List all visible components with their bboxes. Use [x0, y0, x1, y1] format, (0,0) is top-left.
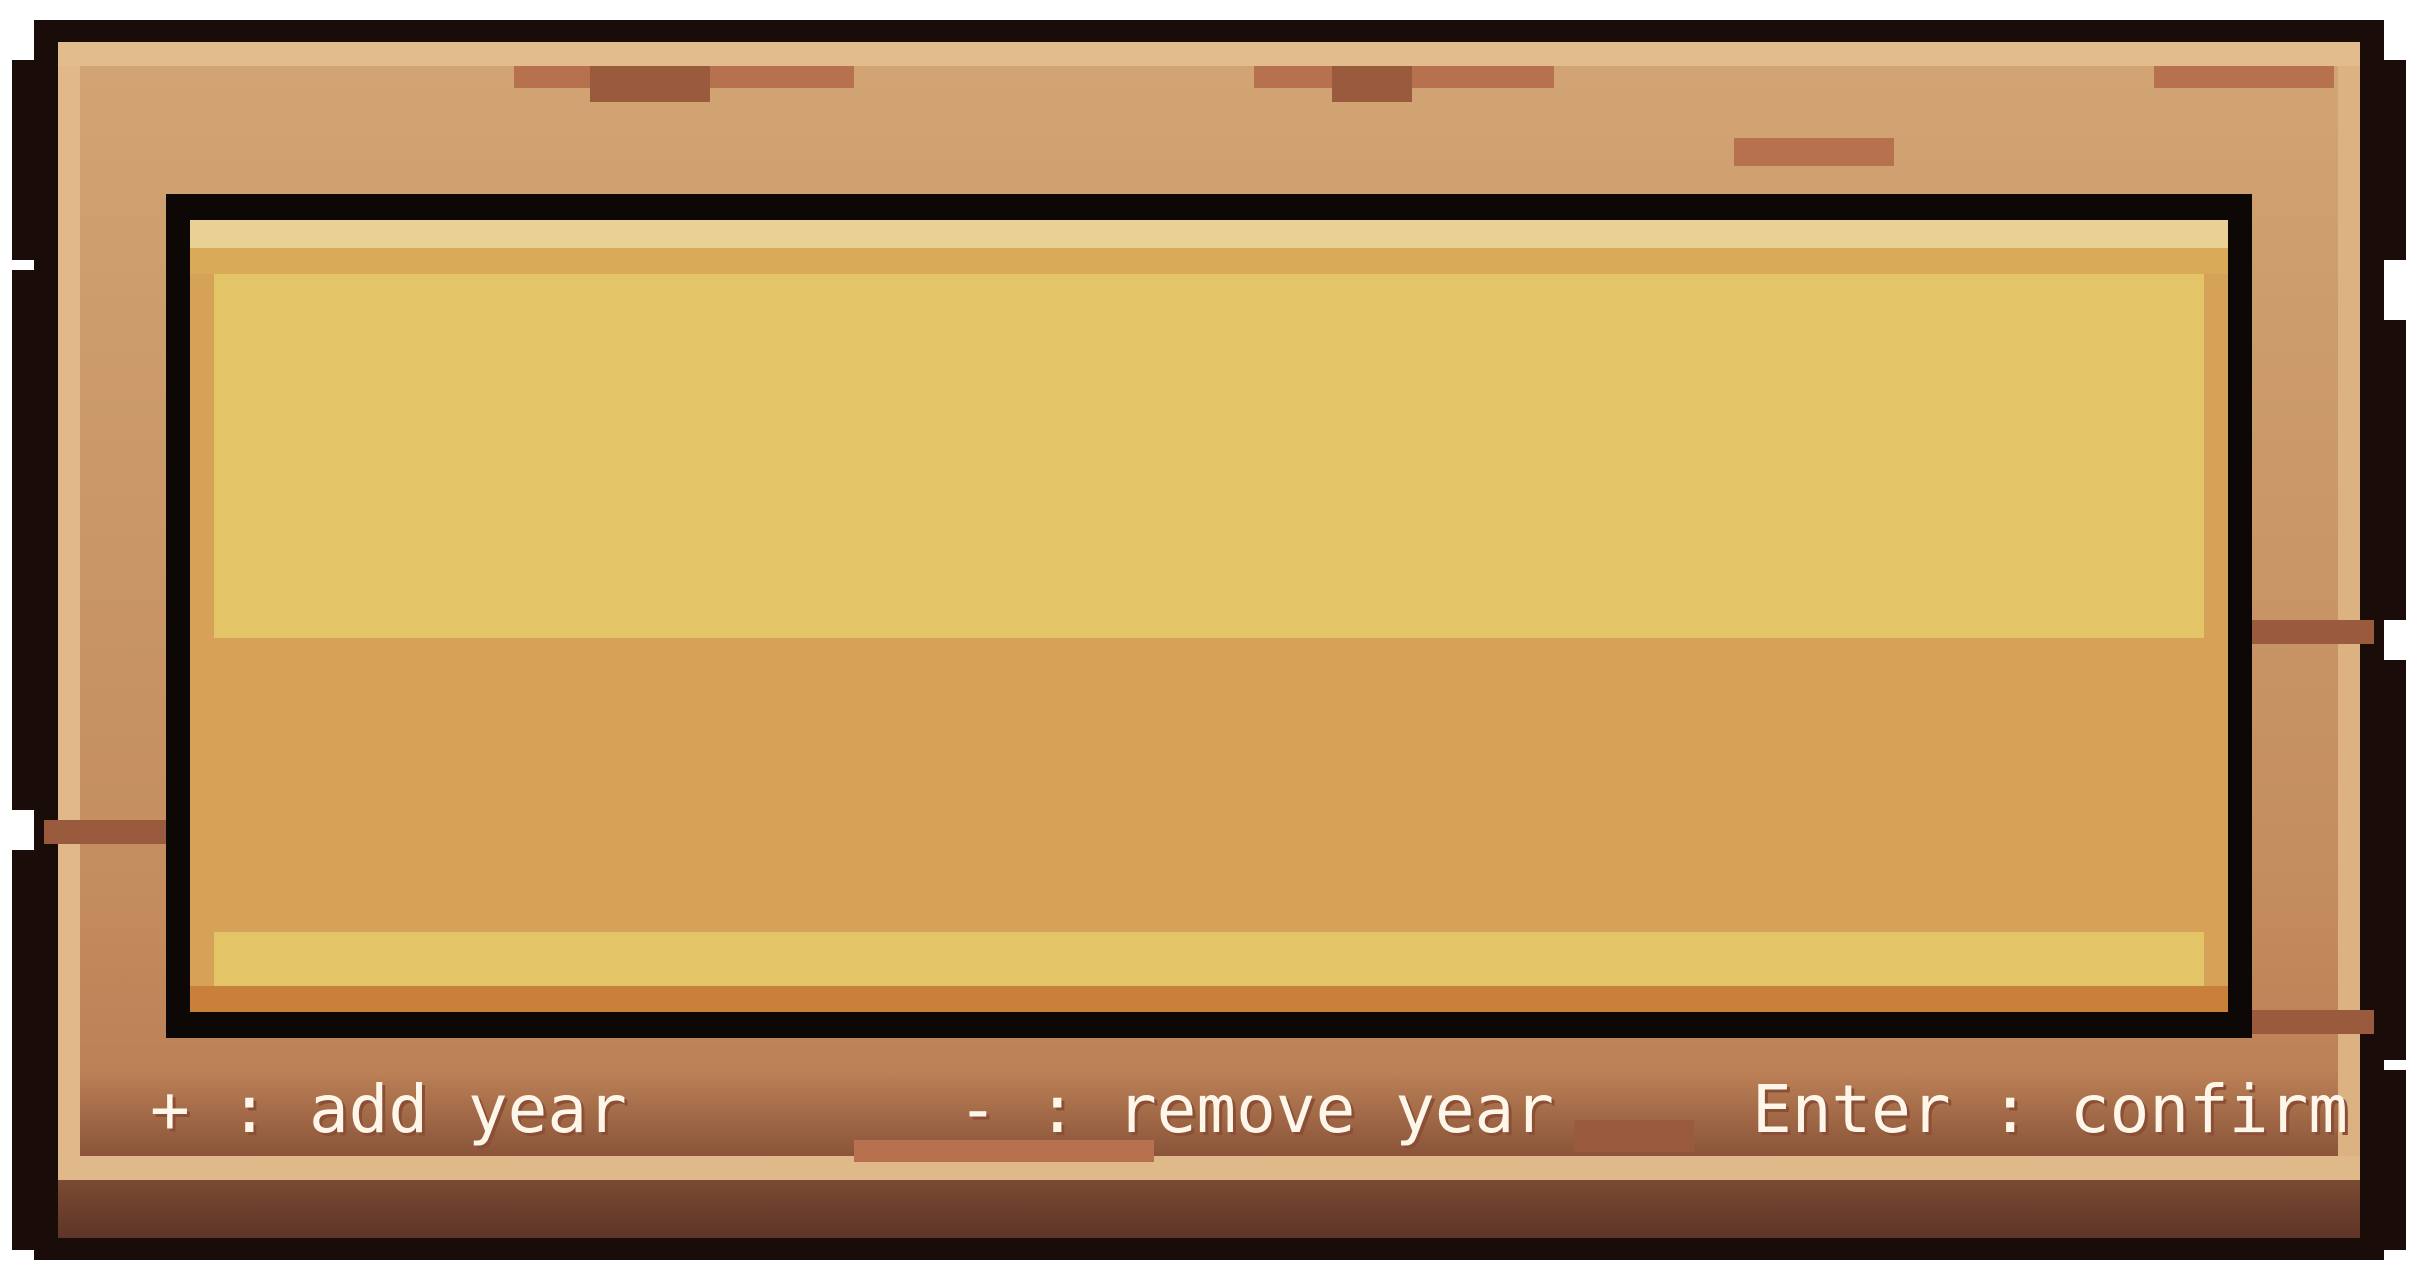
- wood-grain: [2154, 66, 2334, 88]
- wood-grain: [590, 66, 710, 102]
- year-input-panel[interactable]: [166, 194, 2252, 1038]
- wood-grain: [1332, 66, 1412, 102]
- wood-grain: [2244, 1010, 2374, 1034]
- wood-grain: [44, 820, 174, 844]
- frame-bottom-highlight: [58, 1156, 2360, 1180]
- frame-bottom-shade: [58, 1180, 2360, 1238]
- frame-right-notch: [2384, 320, 2406, 620]
- frame-left-notch: [12, 60, 34, 260]
- frame-right-edge: [2338, 66, 2360, 1156]
- panel-lower-rim: [214, 932, 2204, 986]
- frame-left-notch: [12, 850, 34, 1250]
- frame-left-edge: [58, 66, 80, 1156]
- frame-left-notch: [12, 270, 34, 810]
- frame-right-notch: [2384, 660, 2406, 1060]
- frame-top-highlight: [58, 42, 2360, 66]
- wood-grain: [2244, 620, 2374, 644]
- controls-hint-bar: + : add year - : remove year Enter : con…: [150, 1070, 2350, 1150]
- add-year-hint: + : add year: [150, 1071, 627, 1148]
- frame-right-notch: [2384, 60, 2406, 260]
- remove-year-hint: - : remove year: [958, 1071, 1555, 1148]
- panel-highlight: [214, 274, 2204, 638]
- wood-grain: [1734, 138, 1894, 166]
- panel-top-band: [190, 248, 2228, 274]
- panel-top-rim: [190, 220, 2228, 248]
- frame-right-notch: [2384, 1070, 2406, 1250]
- confirm-hint: Enter : confirm: [1751, 1071, 2348, 1148]
- panel-bottom-edge: [190, 986, 2228, 1012]
